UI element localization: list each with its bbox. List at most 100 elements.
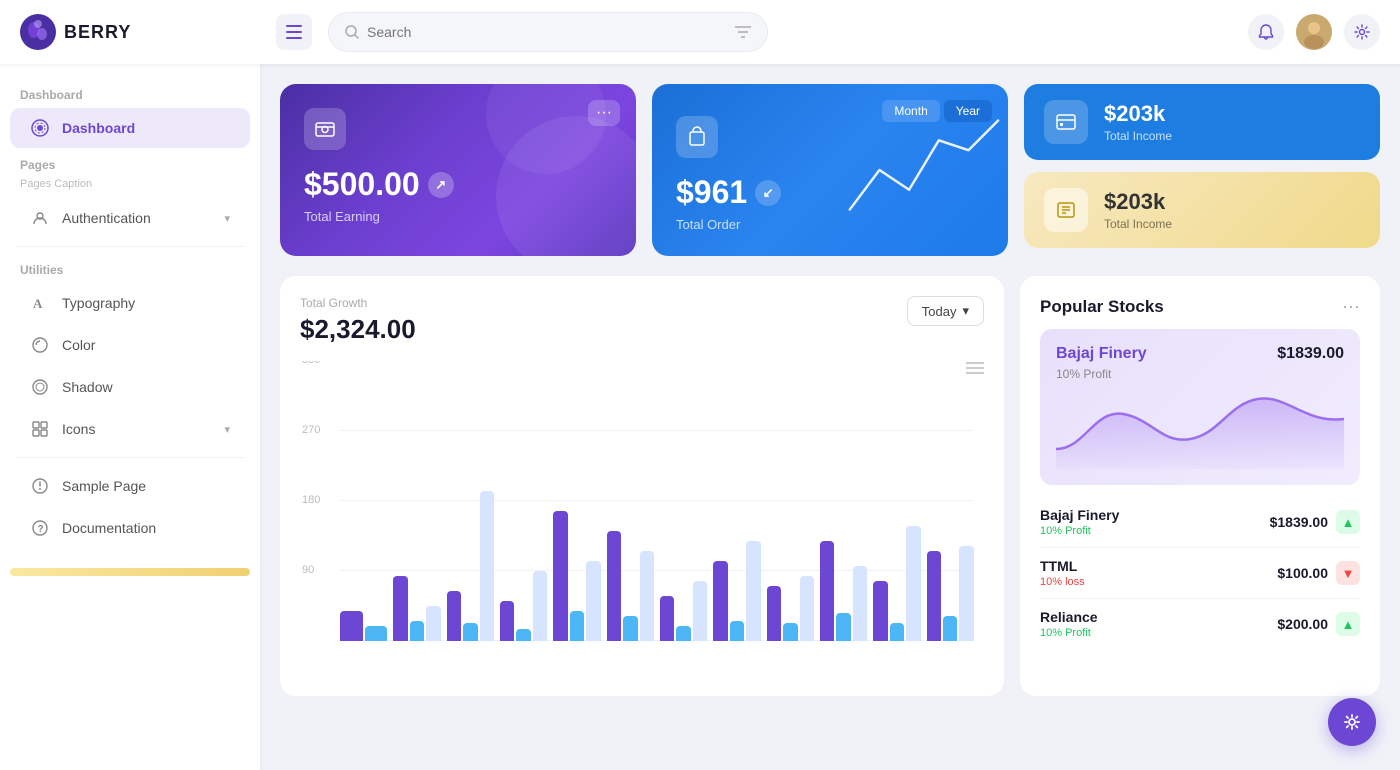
sidebar-item-documentation[interactable]: ? Documentation	[10, 508, 250, 548]
sidebar-divider2	[16, 457, 244, 458]
bar-blue-11	[890, 623, 904, 641]
bar-group-10	[820, 541, 867, 641]
earning-card-more-button[interactable]: ···	[588, 100, 620, 126]
auth-chevron-icon: ▾	[224, 212, 230, 225]
notifications-button[interactable]	[1248, 14, 1284, 50]
bar-group-12	[927, 546, 974, 641]
bar-blue-8	[730, 621, 744, 641]
chart-amount: $2,324.00	[300, 314, 416, 345]
bar-group-3	[447, 491, 494, 641]
stock-bajaj-trend-icon: ▲	[1336, 510, 1360, 534]
featured-stock: Bajaj Finery $1839.00 10% Profit	[1040, 329, 1360, 485]
bar-blue-9	[783, 623, 797, 641]
bar-light-8	[746, 541, 760, 641]
bar-purple-1	[340, 611, 363, 641]
bar-blue-7	[676, 626, 690, 641]
income-icon-1	[1044, 100, 1088, 144]
sidebar-item-icons[interactable]: Icons ▾	[10, 409, 250, 449]
featured-stock-label: 10% Profit	[1056, 367, 1344, 381]
chart-title-label: Total Growth	[300, 296, 416, 310]
bar-purple-9	[767, 586, 781, 641]
main-content: ··· $500.00 ↗ Total Earning Month Year	[260, 64, 1400, 770]
bar-purple-3	[447, 591, 461, 641]
featured-stock-chart	[1056, 389, 1344, 469]
bar-group-4	[500, 571, 547, 641]
stock-ttml-trend-icon: ▼	[1336, 561, 1360, 585]
stock-ttml-name: TTML	[1040, 558, 1085, 574]
featured-stock-name: Bajaj Finery	[1056, 345, 1147, 363]
logo-area: BERRY	[20, 14, 260, 50]
bottom-row: Total Growth $2,324.00 Today ▾ 360 270 1…	[280, 276, 1380, 696]
bar-purple-2	[393, 576, 407, 641]
typography-icon: A	[30, 293, 50, 313]
logo-text: BERRY	[64, 22, 131, 43]
stock-bajaj-sub: 10% Profit	[1040, 525, 1119, 537]
featured-chart-svg	[1056, 389, 1344, 469]
income-label-2: Total Income	[1104, 217, 1172, 231]
bar-group-1	[340, 611, 387, 641]
sidebar-pages-caption: Pages Caption	[0, 176, 260, 196]
bar-light-11	[906, 526, 920, 641]
sidebar-item-authentication[interactable]: Authentication ▾	[10, 198, 250, 238]
menu-button[interactable]	[276, 14, 312, 50]
header-settings-button[interactable]	[1344, 14, 1380, 50]
total-order-card: Month Year $961 ↙ Total Order	[652, 84, 1008, 256]
header-right	[1248, 14, 1380, 50]
search-icon	[345, 25, 359, 39]
sidebar-item-sample-page[interactable]: Sample Page	[10, 466, 250, 506]
bar-light-12	[959, 546, 973, 641]
bar-group-8	[713, 541, 760, 641]
bar-group-2	[393, 576, 440, 641]
stocks-header: Popular Stocks ···	[1040, 296, 1360, 317]
bar-blue-12	[943, 616, 957, 641]
bar-light-10	[853, 566, 867, 641]
stock-ttml-sub: 10% loss	[1040, 576, 1085, 588]
stock-bajaj-name: Bajaj Finery	[1040, 507, 1119, 523]
sidebar-item-typography[interactable]: A Typography	[10, 283, 250, 323]
header-gear-icon	[1354, 24, 1370, 40]
search-input[interactable]	[367, 24, 727, 40]
sidebar-documentation-label: Documentation	[62, 520, 230, 536]
chart-header: Total Growth $2,324.00 Today ▾	[300, 296, 984, 345]
bar-blue-5	[570, 611, 584, 641]
total-growth-chart-card: Total Growth $2,324.00 Today ▾ 360 270 1…	[280, 276, 1004, 696]
svg-text:A: A	[33, 296, 43, 311]
bar-purple-12	[927, 551, 941, 641]
bar-purple-4	[500, 601, 514, 641]
fab-settings-button[interactable]	[1328, 698, 1376, 746]
avatar-image	[1296, 14, 1332, 50]
sidebar-color-label: Color	[62, 337, 230, 353]
stock-reliance-price: $200.00	[1277, 616, 1328, 632]
icons-chevron-icon: ▾	[224, 423, 230, 436]
sidebar: Dashboard Dashboard Pages Pages Caption …	[0, 64, 260, 770]
total-income-card-2: $203k Total Income	[1024, 172, 1380, 248]
header: BERRY	[0, 0, 1400, 64]
sidebar-item-shadow[interactable]: Shadow	[10, 367, 250, 407]
income-icon-2	[1044, 188, 1088, 232]
stock-row-reliance: Reliance 10% Profit $200.00 ▲	[1040, 599, 1360, 649]
bar-chart-area: 360 270 180 90	[300, 361, 984, 661]
sidebar-item-color[interactable]: Color	[10, 325, 250, 365]
avatar[interactable]	[1296, 14, 1332, 50]
bar-light-3	[480, 491, 494, 641]
sidebar-item-dashboard[interactable]: Dashboard	[10, 108, 250, 148]
bar-blue-1	[365, 626, 388, 641]
bar-light-6	[640, 551, 654, 641]
earning-card-icon	[304, 108, 346, 150]
filter-icon[interactable]	[735, 26, 751, 38]
bar-purple-11	[873, 581, 887, 641]
auth-icon	[30, 208, 50, 228]
sidebar-divider	[16, 246, 244, 247]
bars-container	[340, 361, 974, 641]
today-filter-button[interactable]: Today ▾	[907, 296, 984, 326]
bar-light-9	[800, 576, 814, 641]
bar-blue-10	[836, 613, 850, 641]
stock-bajaj-info: Bajaj Finery 10% Profit	[1040, 507, 1119, 537]
chart-title-area: Total Growth $2,324.00	[300, 296, 416, 345]
bar-light-7	[693, 581, 707, 641]
stock-ttml-right: $100.00 ▼	[1277, 561, 1360, 585]
bar-group-9	[767, 576, 814, 641]
sidebar-section-dashboard: Dashboard	[0, 80, 260, 106]
income-info-1: $203k Total Income	[1104, 101, 1172, 143]
stocks-more-button[interactable]: ···	[1342, 296, 1360, 317]
